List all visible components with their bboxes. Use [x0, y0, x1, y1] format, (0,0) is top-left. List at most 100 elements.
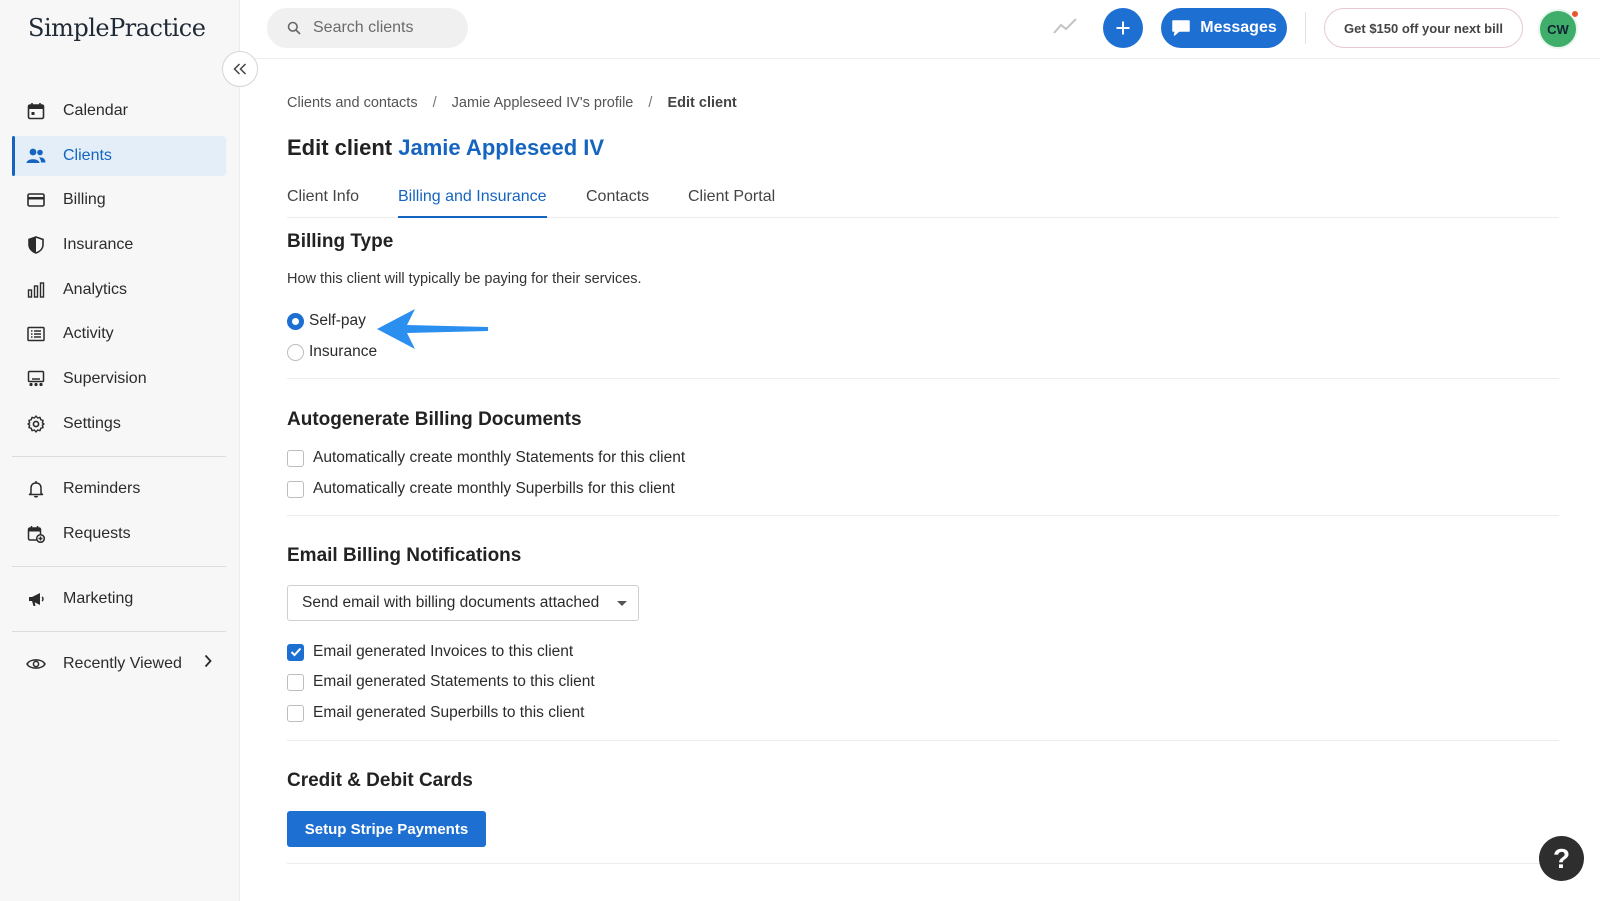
tab-client-portal[interactable]: Client Portal	[688, 188, 775, 218]
sidebar-item-marketing[interactable]: Marketing	[12, 579, 226, 619]
sidebar-item-label: Insurance	[63, 236, 134, 254]
sidebar-item-requests[interactable]: Requests	[12, 514, 226, 554]
sidebar-item-calendar[interactable]: Calendar	[12, 91, 226, 131]
sidebar-item-label: Requests	[63, 524, 131, 542]
simplepractice-logo[interactable]: SimplePractice	[28, 14, 206, 42]
sidebar-nav: Calendar Clients Billing Insurance Analy…	[12, 91, 226, 688]
sidebar-divider	[12, 455, 226, 457]
billing-type-heading: Billing Type	[287, 231, 394, 252]
radio-insurance[interactable]: Insurance	[287, 343, 377, 361]
megaphone-icon	[26, 589, 46, 609]
sidebar-item-clients[interactable]: Clients	[12, 135, 226, 176]
email-billing-select[interactable]: Send email with billing documents attach…	[287, 585, 639, 621]
messages-label: Messages	[1200, 19, 1277, 36]
radio-label: Self-pay	[309, 312, 366, 329]
sidebar-item-insurance[interactable]: Insurance	[12, 225, 226, 265]
billing-type-description: How this client will typically be paying…	[287, 271, 642, 287]
tabs: Client Info Billing and Insurance Contac…	[287, 188, 1559, 218]
checkbox-email-statements[interactable]: Email generated Statements to this clien…	[287, 673, 595, 691]
bar-chart-icon	[26, 280, 46, 300]
checkbox-label: Email generated Invoices to this client	[313, 643, 574, 660]
page-title: Edit client Jamie Appleseed IV	[287, 135, 604, 161]
sidebar-item-settings[interactable]: Settings	[12, 404, 226, 444]
topbar-divider	[1305, 12, 1306, 44]
sidebar-item-reminders[interactable]: Reminders	[12, 469, 226, 509]
tab-billing-and-insurance[interactable]: Billing and Insurance	[398, 188, 547, 218]
tab-contacts[interactable]: Contacts	[586, 188, 649, 218]
sidebar-item-label: Marketing	[63, 589, 134, 607]
sidebar-divider	[12, 565, 226, 567]
notification-dot	[1571, 10, 1579, 18]
checkbox-label: Email generated Statements to this clien…	[313, 673, 595, 690]
sidebar-item-recently-viewed[interactable]: Recently Viewed	[12, 644, 226, 684]
sidebar-item-activity[interactable]: Activity	[12, 314, 226, 354]
messages-button[interactable]: Messages	[1161, 8, 1287, 48]
add-new-button[interactable]	[1103, 8, 1143, 48]
sidebar-item-label: Calendar	[63, 102, 128, 119]
sidebar-item-analytics[interactable]: Analytics	[12, 270, 226, 310]
sidebar-item-label: Reminders	[63, 479, 141, 497]
checkbox[interactable]	[287, 673, 304, 691]
checkbox[interactable]	[287, 704, 304, 722]
select-value: Send email with billing documents attach…	[302, 594, 600, 611]
checkbox-checked[interactable]	[287, 643, 304, 661]
search-placeholder: Search clients	[313, 19, 414, 36]
breadcrumb-separator: /	[432, 95, 437, 111]
sidebar-item-label: Settings	[63, 414, 121, 432]
breadcrumb-separator: /	[648, 95, 653, 111]
plus-icon	[1115, 20, 1131, 36]
sidebar-item-label: Analytics	[63, 280, 128, 298]
checkbox-email-superbills[interactable]: Email generated Superbills to this clien…	[287, 704, 584, 722]
checkbox-label: Automatically create monthly Statements …	[313, 449, 686, 466]
sidebar-divider	[12, 630, 226, 632]
checkbox-monthly-statements[interactable]: Automatically create monthly Statements …	[287, 449, 685, 467]
radio-button[interactable]	[287, 343, 304, 361]
sidebar-item-label: Activity	[63, 325, 114, 343]
section-divider	[287, 740, 1559, 741]
users-icon	[26, 146, 46, 166]
radio-label: Insurance	[309, 343, 378, 360]
gear-icon	[26, 414, 46, 434]
supervision-icon	[26, 369, 46, 389]
section-divider	[287, 515, 1559, 516]
page-title-prefix: Edit client	[287, 135, 393, 160]
shield-icon	[26, 235, 46, 255]
checkbox[interactable]	[287, 449, 304, 467]
setup-stripe-payments-button[interactable]: Setup Stripe Payments	[287, 811, 486, 847]
tab-client-info[interactable]: Client Info	[287, 188, 359, 218]
checkbox-label: Automatically create monthly Superbills …	[313, 480, 675, 497]
sidebar-item-label: Clients	[63, 146, 112, 164]
credit-cards-heading: Credit & Debit Cards	[287, 770, 473, 791]
double-chevron-left-icon	[233, 63, 247, 75]
search-input[interactable]: Search clients	[267, 8, 468, 48]
checkbox-email-invoices[interactable]: Email generated Invoices to this client	[287, 643, 573, 661]
breadcrumb-link-clients[interactable]: Clients and contacts	[287, 95, 418, 111]
caret-down-icon	[617, 601, 627, 606]
breadcrumb-current: Edit client	[667, 95, 737, 111]
chevron-right-icon	[204, 654, 212, 673]
credit-card-icon	[26, 190, 46, 210]
sidebar-item-billing[interactable]: Billing	[12, 180, 226, 220]
calendar-icon	[26, 101, 46, 121]
radio-button-selected[interactable]	[287, 312, 304, 330]
sidebar-item-label: Supervision	[63, 370, 147, 388]
eye-icon	[26, 654, 46, 674]
checkbox-monthly-superbills[interactable]: Automatically create monthly Superbills …	[287, 480, 675, 498]
breadcrumb: Clients and contacts / Jamie Appleseed I…	[287, 95, 737, 111]
promo-button[interactable]: Get $150 off your next bill	[1324, 8, 1523, 48]
radio-self-pay[interactable]: Self-pay	[287, 312, 366, 330]
annotation-arrow-icon	[375, 307, 490, 356]
top-bar: Search clients Messages Get $150 off you…	[240, 0, 1600, 59]
client-name-link[interactable]: Jamie Appleseed IV	[398, 135, 604, 160]
calendar-plus-icon	[26, 524, 46, 544]
collapse-sidebar-button[interactable]	[222, 51, 258, 87]
checkbox[interactable]	[287, 480, 304, 498]
sidebar-item-supervision[interactable]: Supervision	[12, 359, 226, 399]
trend-line-icon[interactable]	[1053, 17, 1077, 40]
checkbox-label: Email generated Superbills to this clien…	[313, 704, 585, 721]
breadcrumb-link-profile[interactable]: Jamie Appleseed IV's profile	[452, 95, 634, 111]
sidebar: SimplePractice Calendar Clients Billing …	[0, 0, 240, 901]
bell-icon	[26, 479, 46, 499]
sidebar-item-label: Recently Viewed	[63, 654, 182, 672]
help-button[interactable]: ?	[1539, 836, 1584, 881]
